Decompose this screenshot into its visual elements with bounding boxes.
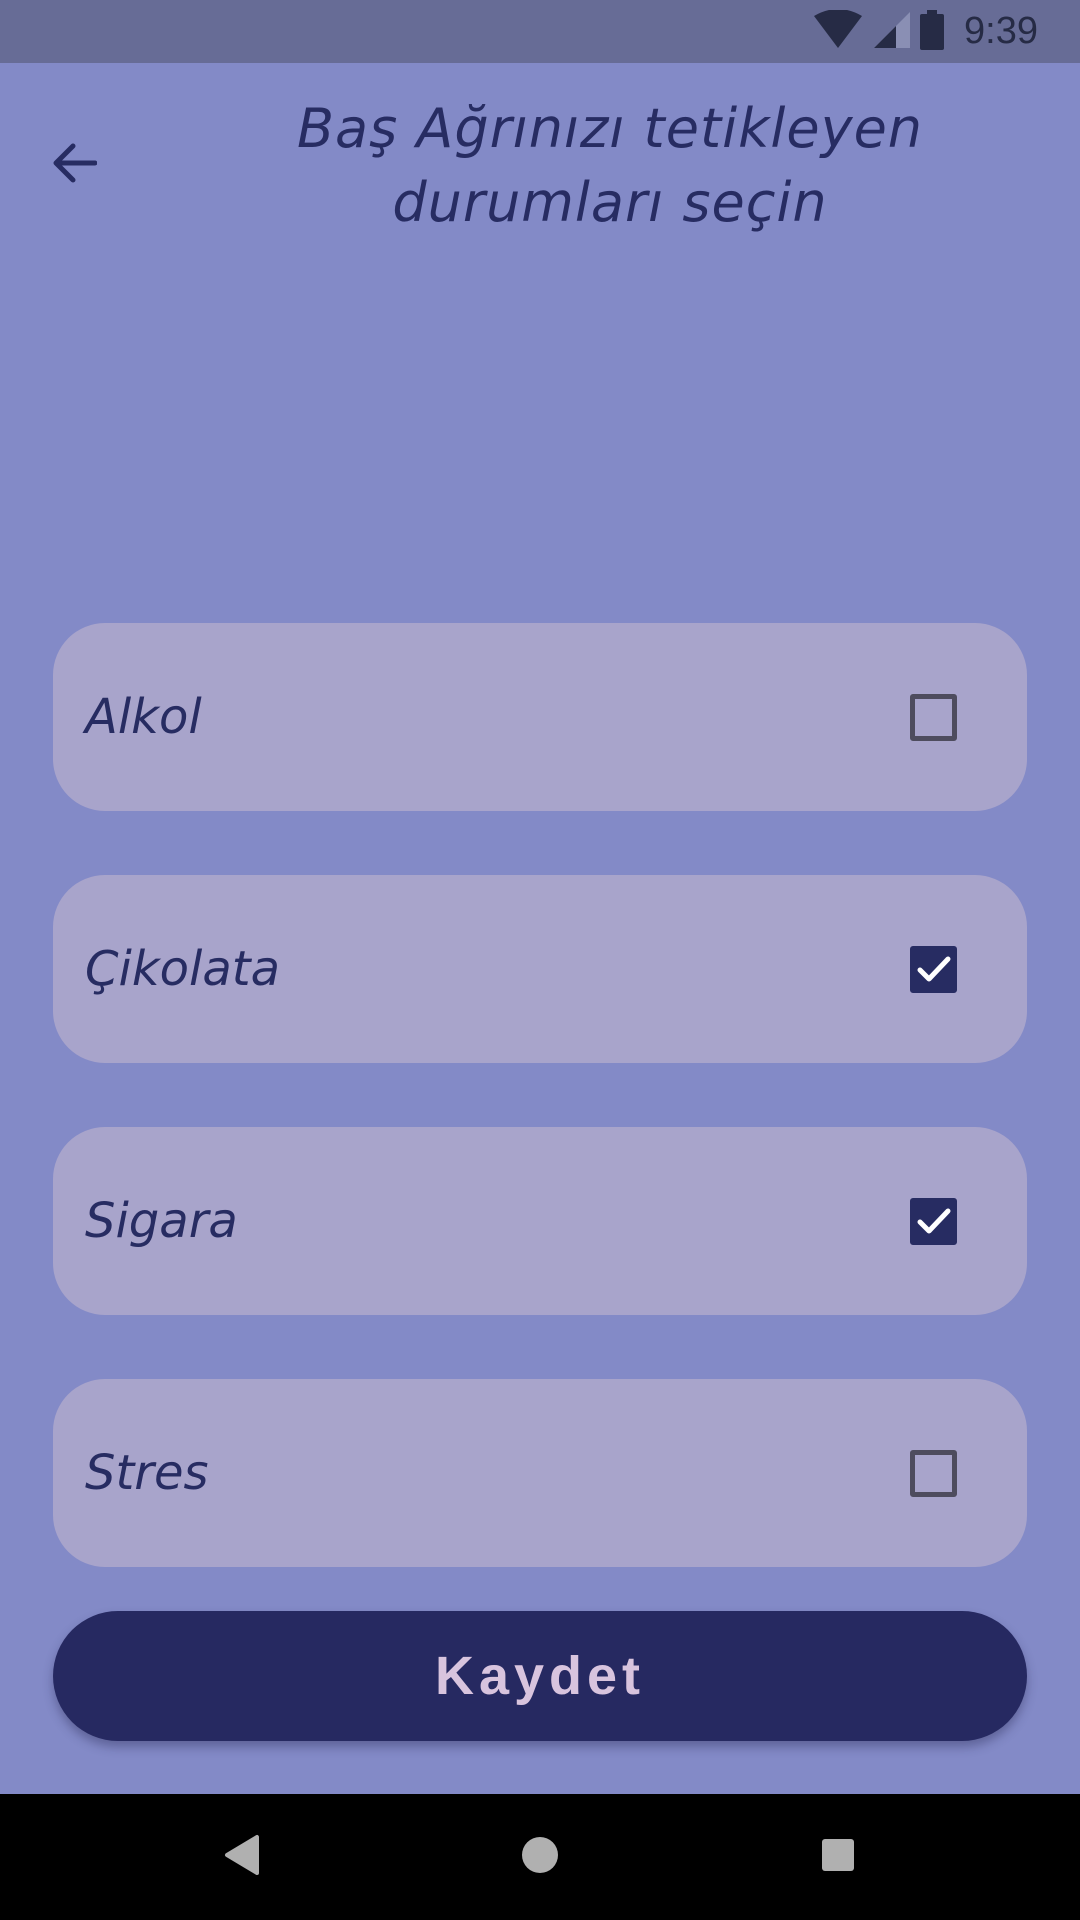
back-button[interactable] xyxy=(40,130,110,200)
nav-back-button[interactable] xyxy=(208,1824,274,1890)
battery-icon xyxy=(920,9,945,54)
status-bar: 9:39 xyxy=(0,0,1080,63)
system-nav-bar xyxy=(0,1794,1080,1920)
home-circle-icon xyxy=(520,1835,560,1879)
page-title-line-2: durumları seçin xyxy=(392,171,828,234)
page-title-line-1: Baş Ağrınızı tetikleyen xyxy=(296,97,924,160)
trigger-label: Sigara xyxy=(85,1193,238,1249)
trigger-item-stres[interactable]: Stres xyxy=(53,1379,1027,1567)
status-time: 9:39 xyxy=(964,10,1038,52)
trigger-item-cikolata[interactable]: Çikolata xyxy=(53,875,1027,1063)
trigger-checkbox-checked[interactable] xyxy=(910,946,957,993)
trigger-label: Çikolata xyxy=(85,941,280,997)
trigger-checkbox-checked[interactable] xyxy=(910,1198,957,1245)
trigger-label: Stres xyxy=(85,1445,209,1501)
arrow-left-icon xyxy=(53,143,98,187)
wifi-icon xyxy=(814,8,863,54)
save-button[interactable]: Kaydet xyxy=(53,1611,1027,1741)
trigger-checkbox[interactable] xyxy=(910,1450,957,1497)
save-button-label: Kaydet xyxy=(434,1646,646,1706)
status-icons: 9:39 xyxy=(814,0,1038,63)
trigger-checkbox[interactable] xyxy=(910,694,957,741)
cell-signal-icon xyxy=(872,10,911,54)
page-title: Baş Ağrınızı tetikleyen durumları seçin xyxy=(220,92,1000,240)
trigger-label: Alkol xyxy=(85,689,202,745)
checkmark-icon xyxy=(917,1208,951,1234)
trigger-item-alkol[interactable]: Alkol xyxy=(53,623,1027,811)
recents-square-icon xyxy=(820,1837,856,1877)
nav-home-button[interactable] xyxy=(507,1824,573,1890)
nav-recents-button[interactable] xyxy=(805,1824,871,1890)
trigger-item-sigara[interactable]: Sigara xyxy=(53,1127,1027,1315)
checkmark-icon xyxy=(917,956,951,982)
back-triangle-icon xyxy=(221,1833,261,1881)
